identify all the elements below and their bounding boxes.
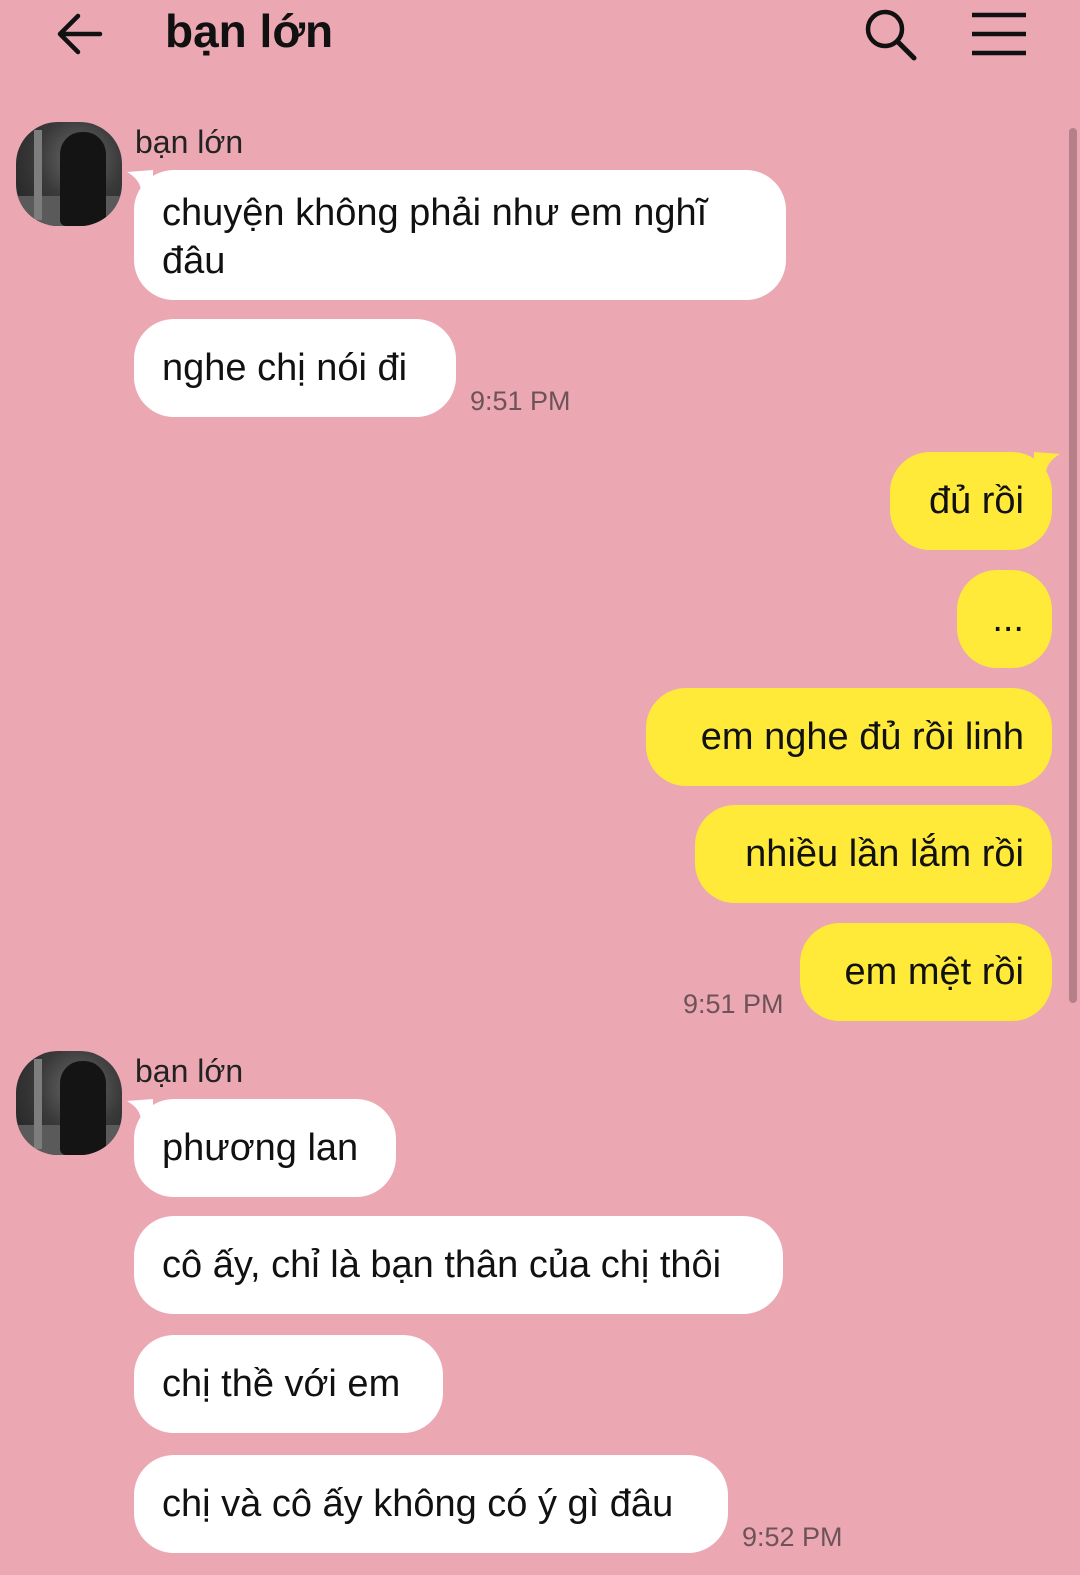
message-bubble-outgoing[interactable]: em nghe đủ rồi linh: [646, 688, 1052, 786]
avatar[interactable]: [16, 1051, 122, 1155]
avatar[interactable]: [16, 122, 122, 226]
message-bubble-outgoing[interactable]: đủ rồi: [890, 452, 1052, 550]
sender-name: bạn lớn: [135, 1053, 244, 1089]
message-bubble-outgoing[interactable]: nhiều lần lắm rồi: [695, 805, 1052, 903]
search-icon[interactable]: [860, 4, 920, 64]
message-bubble-incoming[interactable]: cô ấy, chỉ là bạn thân của chị thôi: [134, 1216, 783, 1314]
chat-title: bạn lớn: [165, 5, 334, 57]
message-bubble-incoming[interactable]: nghe chị nói đi: [134, 319, 456, 417]
message-timestamp: 9:51 PM: [683, 989, 784, 1019]
message-timestamp: 9:51 PM: [470, 386, 571, 416]
message-bubble-incoming[interactable]: chị thề với em: [134, 1335, 443, 1433]
chat-header: bạn lớn: [0, 0, 1080, 70]
scrollbar[interactable]: [1069, 128, 1077, 1003]
message-bubble-incoming[interactable]: chuyện không phải như em nghĩ đâu: [134, 170, 786, 300]
message-bubble-outgoing[interactable]: em mệt rồi: [800, 923, 1052, 1021]
message-bubble-incoming[interactable]: chị và cô ấy không có ý gì đâu: [134, 1455, 728, 1553]
arrow-left-icon[interactable]: [52, 6, 108, 62]
message-timestamp: 9:52 PM: [742, 1522, 843, 1552]
message-bubble-outgoing[interactable]: ...: [957, 570, 1052, 668]
hamburger-menu-icon[interactable]: [968, 6, 1030, 62]
message-bubble-incoming[interactable]: phương lan: [134, 1099, 396, 1197]
sender-name: bạn lớn: [135, 124, 244, 160]
